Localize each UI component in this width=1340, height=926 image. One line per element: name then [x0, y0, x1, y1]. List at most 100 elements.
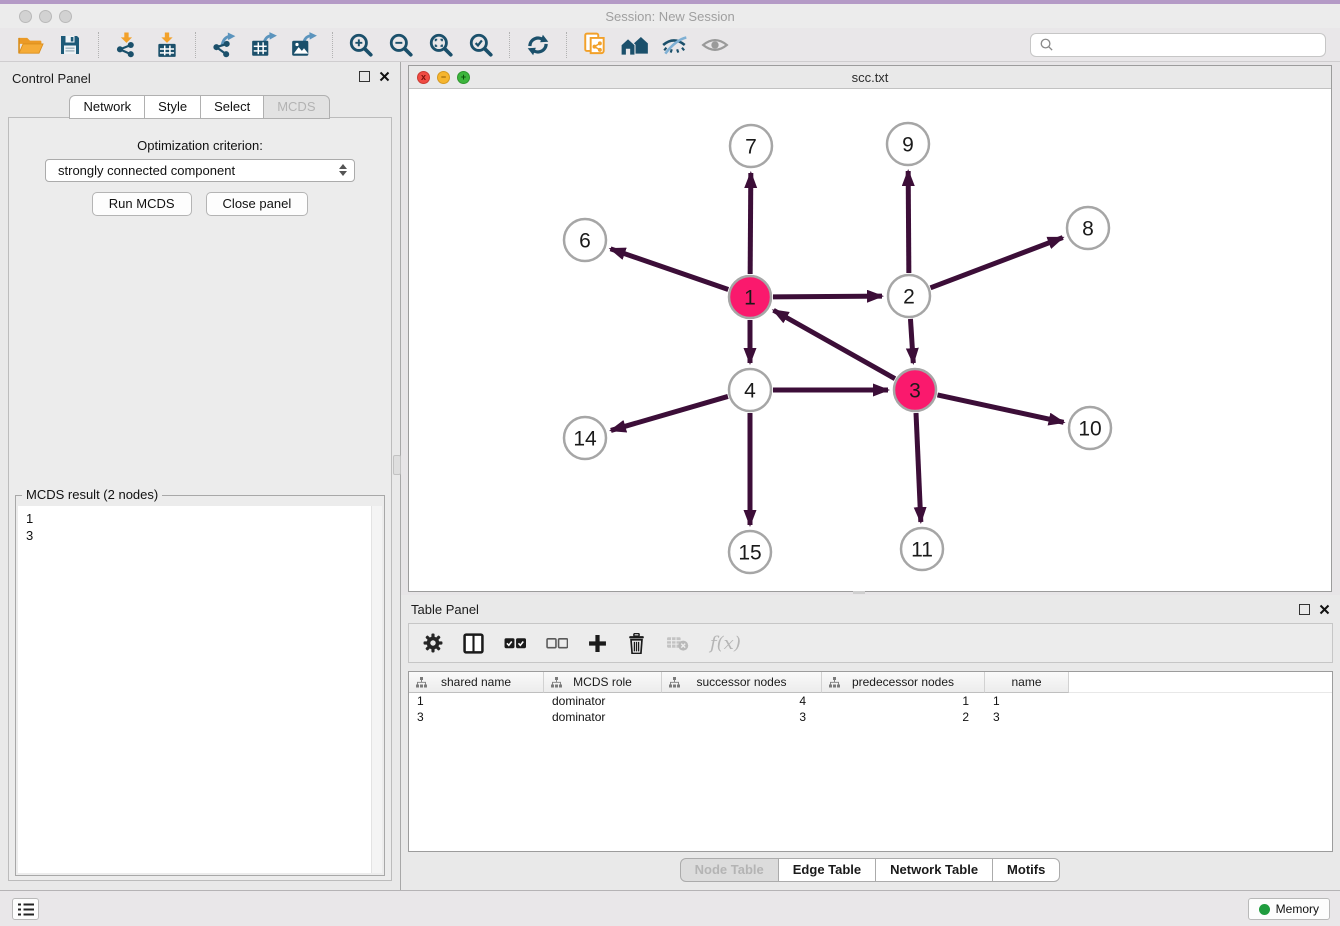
selected-criterion: strongly connected component: [58, 163, 235, 178]
tab-edge-table[interactable]: Edge Table: [778, 858, 876, 882]
function-builder-button[interactable]: f(x): [710, 633, 741, 654]
export-network-button[interactable]: [204, 30, 244, 60]
edge-1-6[interactable]: [611, 249, 729, 290]
edge-2-9[interactable]: [908, 171, 909, 273]
cell-successor-nodes[interactable]: 3: [662, 709, 822, 725]
delete-table-button[interactable]: [666, 634, 690, 652]
deselect-all-button[interactable]: [546, 636, 568, 650]
save-session-button[interactable]: [50, 30, 90, 60]
network-document-icon: [582, 32, 608, 58]
import-table-button[interactable]: [147, 30, 187, 60]
optimization-criterion-select[interactable]: strongly connected component: [45, 159, 355, 182]
create-column-button[interactable]: [588, 634, 607, 653]
select-all-button[interactable]: [504, 636, 526, 650]
panel-splitter-handle[interactable]: [393, 455, 401, 475]
edge-2-3[interactable]: [910, 319, 913, 363]
node-label-14: 14: [573, 427, 597, 450]
memory-button[interactable]: Memory: [1248, 898, 1330, 920]
table-panel: Table Panel: [401, 595, 1340, 890]
close-panel-button[interactable]: Close panel: [206, 192, 309, 216]
show-columns-button[interactable]: [463, 633, 484, 654]
cell-MCDS-role[interactable]: dominator: [544, 693, 662, 709]
edge-1-2[interactable]: [773, 296, 882, 297]
tab-network-table[interactable]: Network Table: [875, 858, 993, 882]
zoom-fit-button[interactable]: [421, 30, 461, 60]
result-scrollbar[interactable]: [371, 506, 382, 873]
refresh-button[interactable]: [518, 30, 558, 60]
toolbar-separator: [566, 32, 567, 58]
float-table-panel-icon[interactable]: [1299, 604, 1310, 615]
cell-MCDS-role[interactable]: dominator: [544, 709, 662, 725]
mcds-result-group: MCDS result (2 nodes) 1 3: [15, 495, 385, 876]
save-icon: [58, 33, 82, 57]
column-header-name[interactable]: name: [985, 672, 1069, 693]
network-graph[interactable]: 7968124314101511: [409, 89, 1331, 591]
table-settings-button[interactable]: [423, 633, 443, 653]
search-input[interactable]: [1060, 37, 1317, 52]
houses-button[interactable]: [615, 30, 655, 60]
edge-4-14[interactable]: [611, 396, 728, 430]
node-table[interactable]: shared name MCDS rolesuccessor nodesprede…: [408, 671, 1333, 852]
task-history-button[interactable]: [12, 898, 39, 920]
control-panel-title: Control Panel: [12, 71, 91, 86]
table-row[interactable]: 3dominator323: [409, 709, 1332, 725]
column-header-shared-name[interactable]: shared name: [409, 672, 544, 693]
export-image-button[interactable]: [284, 30, 324, 60]
cell-name[interactable]: 3: [985, 709, 1069, 725]
zoom-selected-icon: [468, 32, 494, 58]
tab-mcds[interactable]: MCDS: [263, 95, 329, 119]
settings-gear-icon: [423, 633, 443, 653]
node-label-6: 6: [579, 229, 591, 252]
tab-select[interactable]: Select: [200, 95, 264, 119]
edge-2-8[interactable]: [931, 238, 1063, 288]
edge-3-11[interactable]: [916, 413, 921, 522]
edge-3-10[interactable]: [937, 395, 1063, 422]
houses-icon: [620, 33, 650, 57]
column-header-successor-nodes[interactable]: successor nodes: [662, 672, 822, 693]
column-label: shared name: [441, 675, 511, 689]
cell-shared-name[interactable]: 1: [409, 693, 544, 709]
cell-successor-nodes[interactable]: 4: [662, 693, 822, 709]
tab-style[interactable]: Style: [144, 95, 201, 119]
zoom-selected-button[interactable]: [461, 30, 501, 60]
eye-button[interactable]: [695, 30, 735, 60]
column-header-predecessor-nodes[interactable]: predecessor nodes: [822, 672, 985, 693]
tab-motifs[interactable]: Motifs: [992, 858, 1060, 882]
application-window: Session: New Session: [0, 0, 1340, 926]
tab-network[interactable]: Network: [69, 95, 145, 119]
zoom-out-icon: [388, 32, 414, 58]
column-fx-icon: [829, 677, 840, 688]
edge-1-7[interactable]: [750, 173, 751, 274]
import-network-button[interactable]: [107, 30, 147, 60]
cell-name[interactable]: 1: [985, 693, 1069, 709]
hide-eye-button[interactable]: [655, 30, 695, 60]
run-mcds-button[interactable]: Run MCDS: [92, 192, 192, 216]
import-table-icon: [154, 32, 180, 58]
network-window-title: scc.txt: [409, 70, 1331, 85]
zoom-in-button[interactable]: [341, 30, 381, 60]
search-box[interactable]: [1030, 33, 1326, 57]
network-window-titlebar[interactable]: x − + scc.txt: [409, 66, 1331, 89]
status-bar: Memory: [0, 890, 1340, 926]
zoom-out-button[interactable]: [381, 30, 421, 60]
close-table-panel-icon[interactable]: [1319, 604, 1330, 615]
cell-shared-name[interactable]: 3: [409, 709, 544, 725]
edge-3-1[interactable]: [774, 310, 895, 378]
mcds-result-box[interactable]: 1 3: [18, 506, 382, 873]
network-document-button[interactable]: [575, 30, 615, 60]
titlebar: Session: New Session: [0, 4, 1340, 28]
control-panel-tabs: NetworkStyleSelectMCDS: [0, 95, 400, 119]
cell-predecessor-nodes[interactable]: 1: [822, 693, 985, 709]
export-table-button[interactable]: [244, 30, 284, 60]
cell-predecessor-nodes[interactable]: 2: [822, 709, 985, 725]
float-panel-icon[interactable]: [359, 71, 370, 82]
table-row[interactable]: 1dominator411: [409, 693, 1332, 709]
network-resize-handle[interactable]: [853, 591, 865, 594]
close-panel-icon[interactable]: [379, 71, 390, 82]
mcds-result-text: 1 3: [26, 510, 33, 544]
tab-node-table[interactable]: Node Table: [680, 858, 779, 882]
table-tabs: Node TableEdge TableNetwork TableMotifs: [401, 858, 1340, 882]
delete-column-button[interactable]: [627, 633, 646, 654]
open-session-button[interactable]: [10, 30, 50, 60]
column-header-MCDS-role[interactable]: MCDS role: [544, 672, 662, 693]
